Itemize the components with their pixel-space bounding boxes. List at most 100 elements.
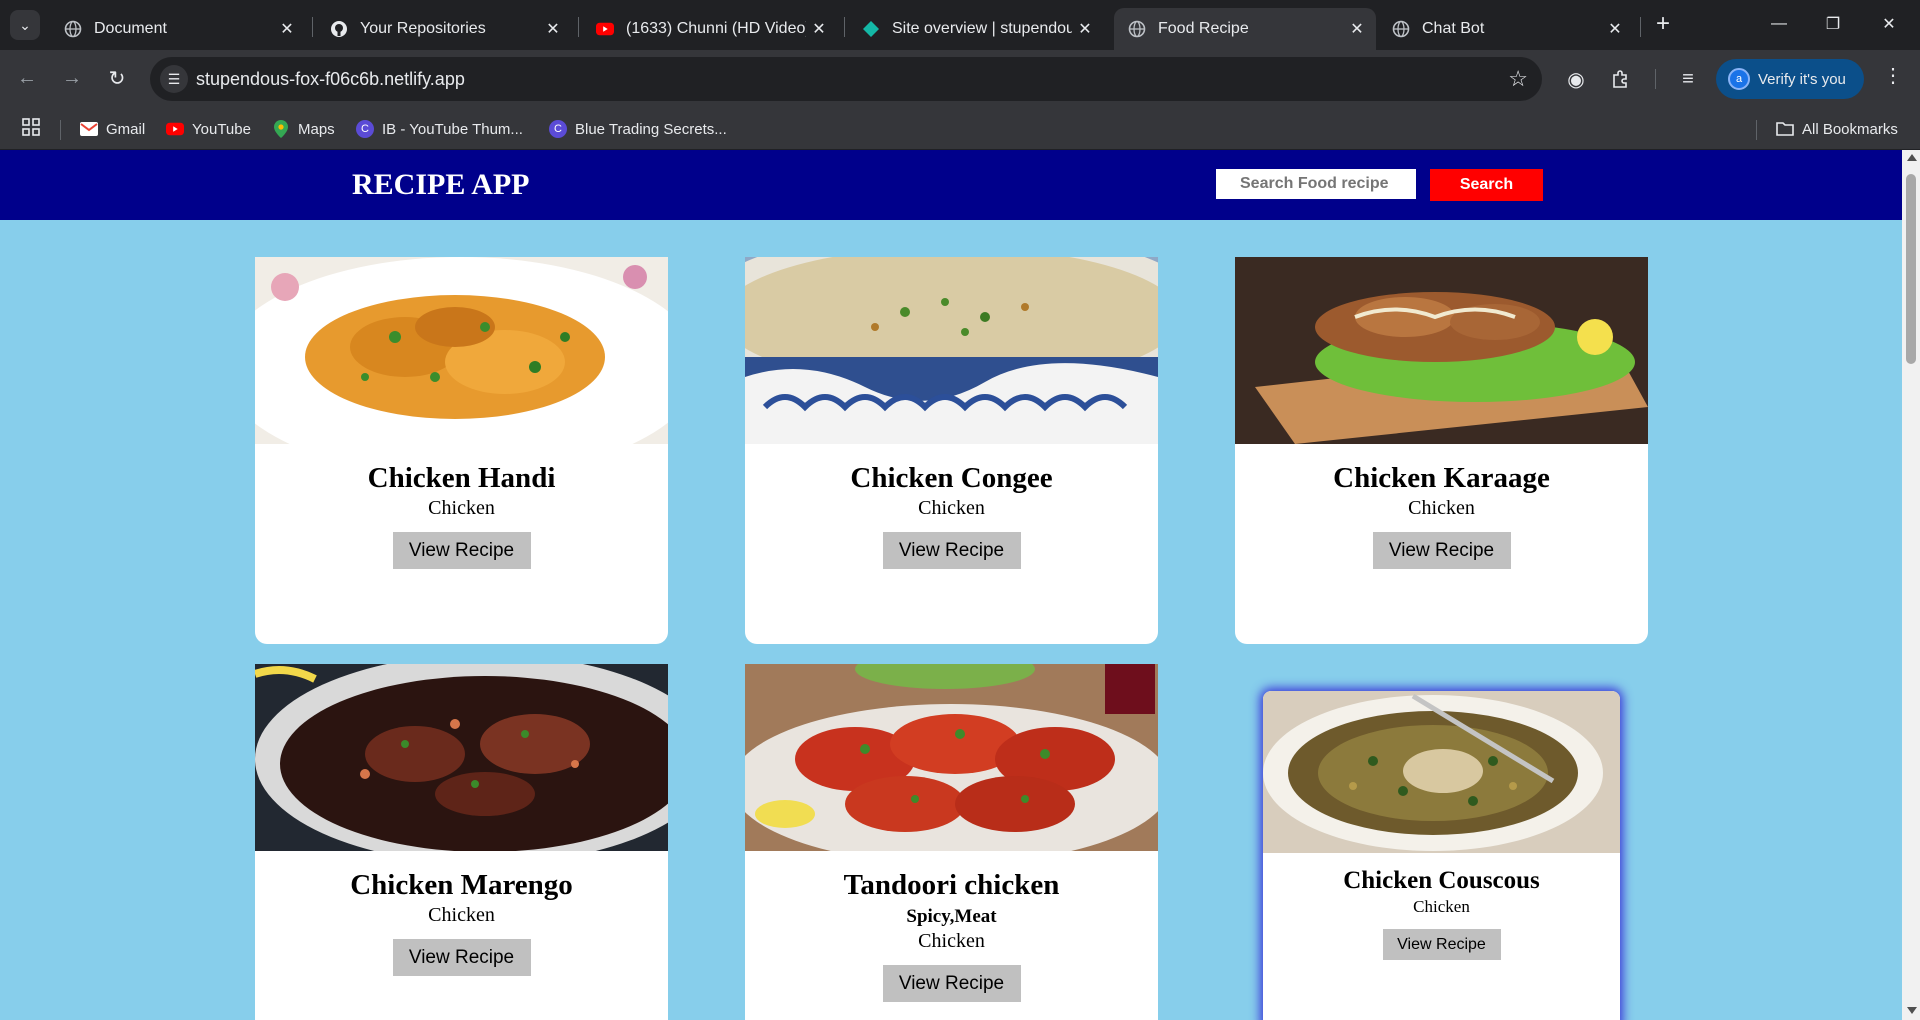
profile-verify-button[interactable]: a Verify it's you <box>1716 59 1864 99</box>
forward-button[interactable]: → <box>55 61 89 95</box>
new-tab-button[interactable]: + <box>1650 12 1676 38</box>
bookmark-label: YouTube <box>192 120 251 138</box>
tune-icon: ☰ <box>167 70 181 87</box>
reload-button[interactable]: ↻ <box>100 61 134 95</box>
bookmark-divider <box>1756 120 1757 140</box>
apps-button[interactable] <box>22 117 40 141</box>
arrow-left-icon: ← <box>17 66 37 89</box>
folder-icon <box>1776 120 1794 138</box>
canva-icon: C <box>549 120 567 138</box>
recipe-card: Chicken Marengo Chicken View Recipe <box>255 664 668 1020</box>
bookmark-label: Maps <box>298 120 335 138</box>
view-recipe-button[interactable]: View Recipe <box>392 532 531 569</box>
tab-food-recipe[interactable]: Food Recipe ✕ <box>1114 8 1376 50</box>
app-header: RECIPE APP Search <box>0 150 1902 220</box>
search-input[interactable] <box>1216 169 1416 199</box>
extensions-icon[interactable] <box>1605 63 1637 95</box>
tab-divider <box>312 17 313 37</box>
view-recipe-button[interactable]: View Recipe <box>1372 532 1511 569</box>
recipe-category: Chicken <box>428 904 495 926</box>
bookmark-blue-trading-secrets[interactable]: C Blue Trading Secrets... <box>549 117 727 141</box>
recipe-category: Chicken <box>428 497 495 519</box>
close-icon[interactable]: ✕ <box>274 19 300 39</box>
restore-icon: ❐ <box>1825 16 1841 33</box>
recipe-name: Chicken Congee <box>850 462 1053 494</box>
verify-label: Verify it's you <box>1758 70 1846 88</box>
bookmark-label: IB - YouTube Thum... <box>382 120 523 138</box>
view-recipe-button[interactable]: View Recipe <box>882 532 1021 569</box>
view-recipe-button[interactable]: View Recipe <box>392 939 531 976</box>
tab-title: Site overview | stupendous <box>892 20 1072 37</box>
browser-toolbar: ← → ↻ ☰ stupendous-fox-f06c6b.netlify.ap… <box>0 50 1920 108</box>
bookmarks-bar: Gmail YouTube Maps C IB - YouTube Thum..… <box>0 108 1920 150</box>
avatar: a <box>1728 68 1750 90</box>
globe-icon <box>64 20 82 38</box>
plus-icon: + <box>1655 10 1670 37</box>
tab-title: Document <box>94 20 167 37</box>
search-button[interactable]: Search <box>1430 169 1543 201</box>
close-icon[interactable]: ✕ <box>1344 19 1370 39</box>
recipe-image <box>1263 691 1620 853</box>
close-window-button[interactable]: ✕ <box>1866 8 1912 40</box>
all-bookmarks-button[interactable]: All Bookmarks <box>1776 117 1898 141</box>
close-icon[interactable]: ✕ <box>540 19 566 39</box>
bookmark-maps[interactable]: Maps <box>272 117 335 141</box>
tab-your-repositories[interactable]: Your Repositories ✕ <box>316 8 572 50</box>
view-recipe-button[interactable]: View Recipe <box>882 965 1021 1002</box>
recipe-card: Tandoori chicken Spicy,Meat Chicken View… <box>745 664 1158 1020</box>
recipe-name: Tandoori chicken <box>843 869 1060 901</box>
lens-icon[interactable]: ◉ <box>1560 63 1592 95</box>
tab-document[interactable]: Document ✕ <box>50 8 306 50</box>
recipe-image <box>1235 257 1648 444</box>
recipe-card-hovered[interactable]: Chicken Couscous Chicken View Recipe <box>1263 691 1620 1020</box>
more-menu-icon[interactable]: ⋮ <box>1880 63 1906 95</box>
tab-title: Your Repositories <box>360 20 486 37</box>
close-icon[interactable]: ✕ <box>1602 19 1628 39</box>
canva-icon: C <box>356 120 374 138</box>
address-bar[interactable]: ☰ stupendous-fox-f06c6b.netlify.app ☆ <box>150 57 1542 101</box>
minimize-icon: — <box>1771 15 1787 32</box>
recipe-name: Chicken Karaage <box>1333 462 1550 494</box>
scroll-down-icon[interactable] <box>1907 1007 1917 1014</box>
app-title: RECIPE APP <box>352 168 530 201</box>
scrollbar-thumb[interactable] <box>1906 174 1916 364</box>
recipe-image <box>255 257 668 444</box>
close-icon[interactable]: ✕ <box>1072 19 1098 39</box>
bookmark-label: Blue Trading Secrets... <box>575 120 727 138</box>
bookmark-divider <box>60 120 61 140</box>
tab-strip: ⌄ Document ✕ Your Repositories ✕ (1633) … <box>0 0 1920 50</box>
scroll-up-icon[interactable] <box>1907 154 1917 161</box>
recipe-image <box>255 664 668 851</box>
url-text[interactable]: stupendous-fox-f06c6b.netlify.app <box>196 69 465 90</box>
site-info-button[interactable]: ☰ <box>160 65 188 93</box>
tab-youtube-video[interactable]: (1633) Chunni (HD Video) | ✕ <box>582 8 838 50</box>
recipe-category: Chicken <box>918 497 985 519</box>
tab-divider <box>578 17 579 37</box>
tab-divider <box>1640 17 1641 37</box>
tab-site-overview[interactable]: Site overview | stupendous ✕ <box>848 8 1104 50</box>
close-icon: ✕ <box>1882 16 1896 33</box>
minimize-button[interactable]: — <box>1756 8 1802 40</box>
tab-chat-bot[interactable]: Chat Bot ✕ <box>1378 8 1634 50</box>
youtube-icon <box>166 120 184 138</box>
bookmark-ib-youtube-thumbnails[interactable]: C IB - YouTube Thum... <box>356 117 523 141</box>
recipe-card: Chicken Congee Chicken View Recipe <box>745 257 1158 644</box>
bookmark-label: Gmail <box>106 120 146 138</box>
reload-icon: ↻ <box>108 67 126 90</box>
page-scrollbar[interactable] <box>1902 150 1920 1020</box>
recipe-category: Chicken <box>918 930 985 952</box>
back-button[interactable]: ← <box>10 61 44 95</box>
restore-button[interactable]: ❐ <box>1810 8 1856 40</box>
apps-grid-icon <box>22 118 40 140</box>
bookmark-gmail[interactable]: Gmail <box>80 117 145 141</box>
tab-search-button[interactable]: ⌄ <box>10 10 40 40</box>
maps-icon <box>272 120 290 138</box>
media-controls-icon[interactable]: ≡ <box>1672 63 1704 95</box>
recipe-image <box>745 664 1158 851</box>
view-recipe-button[interactable]: View Recipe <box>1382 929 1501 960</box>
recipe-category: Chicken <box>1413 897 1470 916</box>
bookmark-star-icon[interactable]: ☆ <box>1508 66 1528 92</box>
close-icon[interactable]: ✕ <box>806 19 832 39</box>
bookmark-youtube[interactable]: YouTube <box>166 117 251 141</box>
recipe-name: Chicken Marengo <box>350 869 573 901</box>
